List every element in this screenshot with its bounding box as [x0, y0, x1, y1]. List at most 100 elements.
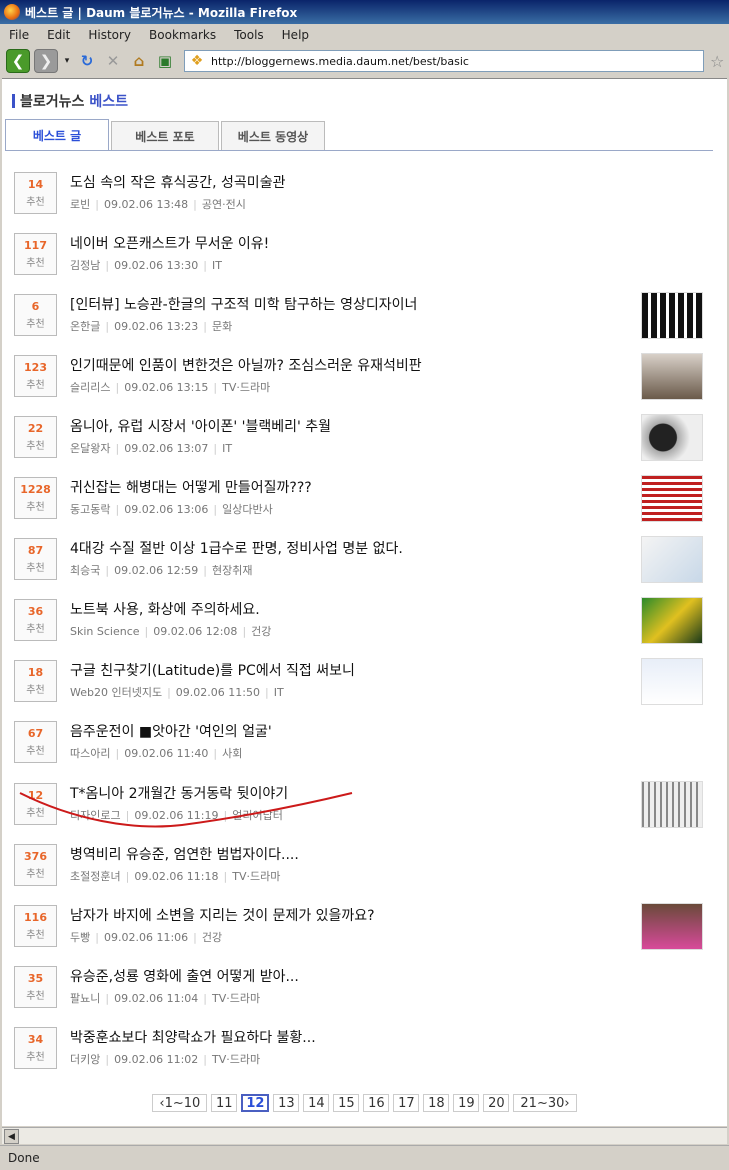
article-author[interactable]: 슬리리스 — [70, 381, 110, 394]
article-author[interactable]: 팔뇨니 — [70, 992, 100, 1005]
recommend-count-box[interactable]: 376 추천 — [14, 843, 57, 886]
pager-next-button[interactable]: 21~30 › — [513, 1094, 577, 1112]
article-title-link[interactable]: 도심 속의 작은 휴식공간, 성곡미술관 — [70, 172, 285, 192]
menu-edit[interactable]: Edit — [38, 28, 79, 42]
article-thumbnail[interactable] — [641, 658, 703, 706]
page-link[interactable]: 13 — [273, 1094, 300, 1112]
article-title-link[interactable]: T*옴니아 2개월간 동거동락 뒷이야기 — [70, 783, 288, 803]
article-author[interactable]: 최승국 — [70, 564, 100, 577]
article-author[interactable]: 디자인로그 — [70, 809, 121, 822]
address-bar[interactable]: ❖ http://bloggernews.media.daum.net/best… — [184, 50, 704, 72]
article-thumbnail[interactable] — [641, 536, 703, 584]
article-category[interactable]: TV·드라마 — [212, 992, 260, 1005]
page-link-current[interactable]: 12 — [241, 1094, 270, 1112]
menu-history[interactable]: History — [79, 28, 140, 42]
article-thumbnail[interactable] — [641, 597, 703, 645]
article-title-link[interactable]: 남자가 바지에 소변을 지리는 것이 문제가 있을까요? — [70, 905, 375, 925]
article-title-link[interactable]: 병역비리 유승준, 엄연한 범법자이다.... — [70, 844, 299, 864]
addon-button[interactable]: ▣ — [154, 50, 176, 72]
forward-button[interactable]: ❯ — [34, 49, 58, 73]
article-category[interactable]: TV·드라마 — [212, 1053, 260, 1066]
menu-bookmarks[interactable]: Bookmarks — [140, 28, 225, 42]
article-category[interactable]: 공연·전시 — [202, 198, 246, 211]
article-title-link[interactable]: 4대강 수질 절반 이상 1급수로 판명, 정비사업 명분 없다. — [70, 538, 403, 558]
recommend-count-box[interactable]: 12 추천 — [14, 782, 57, 825]
article-thumbnail[interactable] — [641, 353, 703, 401]
page-link[interactable]: 11 — [211, 1094, 238, 1112]
recommend-count-box[interactable]: 18 추천 — [14, 660, 57, 703]
article-thumbnail[interactable] — [641, 475, 703, 523]
recommend-count-box[interactable]: 1228 추천 — [14, 477, 57, 520]
article-thumbnail[interactable] — [641, 414, 703, 462]
article-thumbnail[interactable] — [641, 780, 703, 828]
article-title-link[interactable]: 박중훈쇼보다 최양락쇼가 필요하다 불황... — [70, 1027, 316, 1047]
article-thumbnail[interactable] — [641, 292, 703, 340]
article-category[interactable]: 일상다반사 — [222, 503, 273, 516]
horizontal-scrollbar[interactable]: ◀ — [2, 1127, 727, 1144]
article-thumbnail[interactable] — [641, 902, 703, 950]
bookmark-star-icon[interactable]: ☆ — [710, 52, 724, 71]
article-title-link[interactable]: 구글 친구찾기(Latitude)를 PC에서 직접 써보니 — [70, 660, 355, 680]
page-link[interactable]: 14 — [303, 1094, 330, 1112]
home-button[interactable]: ⌂ — [128, 50, 150, 72]
article-author[interactable]: Skin Science — [70, 625, 140, 638]
article-author[interactable]: Web20 인터넷지도 — [70, 686, 162, 699]
page-link[interactable]: 20 — [483, 1094, 510, 1112]
article-category[interactable]: 현장취재 — [212, 564, 252, 577]
article-author[interactable]: 온한글 — [70, 320, 100, 333]
back-button[interactable]: ❮ — [6, 49, 30, 73]
article-category[interactable]: 건강 — [251, 625, 271, 638]
scroll-left-icon[interactable]: ◀ — [4, 1129, 19, 1144]
recommend-count-box[interactable]: 35 추천 — [14, 965, 57, 1008]
recommend-count-box[interactable]: 67 추천 — [14, 721, 57, 764]
recommend-count-box[interactable]: 34 추천 — [14, 1026, 57, 1069]
menu-tools[interactable]: Tools — [225, 28, 273, 42]
history-dropdown-button[interactable]: ▾ — [62, 50, 72, 72]
reload-button[interactable]: ↻ — [76, 50, 98, 72]
article-title-link[interactable]: 네이버 오픈캐스트가 무서운 이유! — [70, 233, 269, 253]
article-category[interactable]: IT — [274, 686, 284, 699]
page-link[interactable]: 17 — [393, 1094, 420, 1112]
article-title-link[interactable]: 노트북 사용, 화상에 주의하세요. — [70, 599, 260, 619]
page-link[interactable]: 18 — [423, 1094, 450, 1112]
article-author[interactable]: 동고동락 — [70, 503, 110, 516]
tab-best-posts[interactable]: 베스트 글 — [5, 119, 109, 150]
recommend-count-box[interactable]: 14 추천 — [14, 172, 57, 214]
article-category[interactable]: 건강 — [202, 931, 222, 944]
article-author[interactable]: 김정남 — [70, 259, 100, 272]
recommend-count-box[interactable]: 116 추천 — [14, 904, 57, 947]
article-author[interactable]: 로빈 — [70, 198, 90, 211]
article-title-link[interactable]: 인기때문에 인품이 변한것은 아닐까? 조심스러운 유재석비판 — [70, 355, 422, 375]
recommend-count-box[interactable]: 6 추천 — [14, 294, 57, 337]
stop-button[interactable]: ✕ — [102, 50, 124, 72]
article-author[interactable]: 따스아리 — [70, 747, 110, 760]
pager-prev-button[interactable]: ‹ 1~10 — [152, 1094, 208, 1112]
article-category[interactable]: TV·드라마 — [222, 381, 270, 394]
article-category[interactable]: IT — [222, 442, 232, 455]
article-author[interactable]: 온달왕자 — [70, 442, 110, 455]
article-author[interactable]: 두빵 — [70, 931, 90, 944]
page-link[interactable]: 15 — [333, 1094, 360, 1112]
article-title-link[interactable]: [인터뷰] 노승관-한글의 구조적 미학 탐구하는 영상디자이너 — [70, 294, 417, 314]
recommend-count-box[interactable]: 123 추천 — [14, 355, 57, 398]
article-category[interactable]: 얼리어답터 — [232, 809, 283, 822]
article-title-link[interactable]: 옴니아, 유럽 시장서 '아이폰' '블랙베리' 추월 — [70, 416, 331, 436]
recommend-count-box[interactable]: 36 추천 — [14, 599, 57, 642]
article-author[interactable]: 더키앙 — [70, 1053, 100, 1066]
article-title-link[interactable]: 귀신잡는 해병대는 어떻게 만들어질까??? — [70, 477, 312, 497]
menu-file[interactable]: File — [0, 28, 38, 42]
recommend-count-box[interactable]: 87 추천 — [14, 538, 57, 581]
article-title-link[interactable]: 음주운전이 ■앗아간 '여인의 얼굴' — [70, 721, 272, 741]
recommend-count-box[interactable]: 22 추천 — [14, 416, 57, 459]
article-category[interactable]: TV·드라마 — [232, 870, 280, 883]
tab-best-photos[interactable]: 베스트 포토 — [111, 121, 219, 150]
tab-best-videos[interactable]: 베스트 동영상 — [221, 121, 325, 150]
article-category[interactable]: 문화 — [212, 320, 232, 333]
article-category[interactable]: IT — [212, 259, 222, 272]
page-link[interactable]: 16 — [363, 1094, 390, 1112]
article-category[interactable]: 사회 — [222, 747, 242, 760]
article-author[interactable]: 초절정훈녀 — [70, 870, 121, 883]
recommend-count-box[interactable]: 117 추천 — [14, 233, 57, 276]
article-title-link[interactable]: 유승준,성룡 영화에 출연 어떻게 받아... — [70, 966, 299, 986]
page-link[interactable]: 19 — [453, 1094, 480, 1112]
